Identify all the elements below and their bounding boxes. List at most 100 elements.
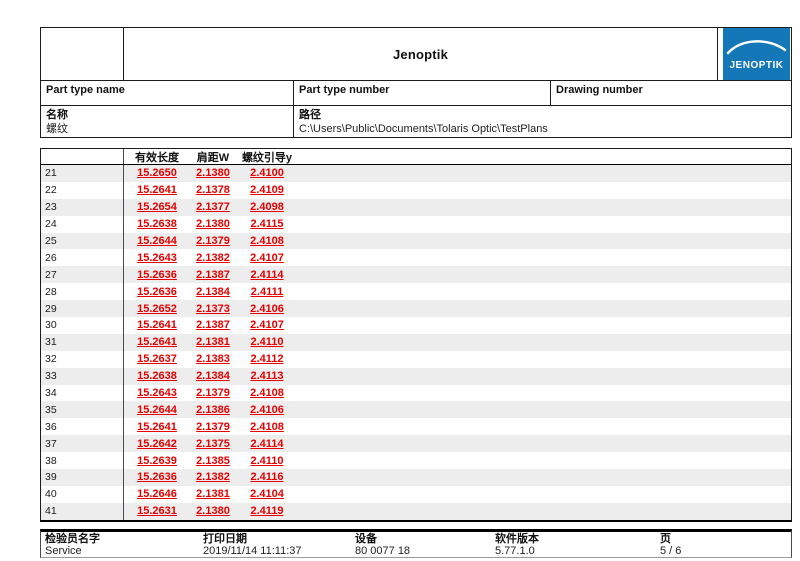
table-row: 41 15.2631 2.1380 2.4119 (41, 502, 791, 520)
measurement-value: 15.2643 (137, 251, 177, 264)
column-header: 螺纹引导y (241, 151, 293, 164)
footer-label: 软件版本 (495, 533, 539, 545)
footer-label: 打印日期 (203, 533, 247, 545)
measurement-value: 2.4106 (250, 403, 284, 416)
measurement-value: 15.2646 (137, 488, 177, 501)
measurement-value: 2.1381 (196, 488, 230, 501)
measurement-value: 2.1382 (196, 251, 230, 264)
table-row: 23 15.2654 2.1377 2.4098 (41, 198, 791, 216)
header-empty-cell (41, 28, 124, 80)
measurement-value: 15.2638 (137, 370, 177, 383)
measurement-value: 2.4110 (250, 336, 284, 349)
measurement-value: 15.2641 (137, 184, 177, 197)
measurement-value: 2.1377 (196, 201, 230, 214)
measurement-value: 2.4113 (250, 370, 284, 383)
measurement-value: 2.1383 (196, 353, 230, 366)
jenoptik-logo: JENOPTIK (723, 28, 790, 80)
measurement-value: 2.4107 (250, 251, 284, 264)
header-title-band: Jenoptik JENOPTIK (41, 28, 791, 81)
name-value: 螺纹 (46, 123, 68, 135)
row-number: 23 (41, 198, 124, 216)
row-number: 34 (41, 384, 124, 402)
footer-field: 打印日期 2019/11/14 11:11:37 (199, 532, 351, 557)
measurement-value: 2.4108 (250, 420, 284, 433)
table-row: 33 15.2638 2.1384 2.4113 (41, 367, 791, 385)
measurement-value: 15.2644 (137, 235, 177, 247)
row-number: 30 (41, 317, 124, 334)
measurement-value: 2.1387 (196, 319, 230, 332)
footer-field: 页5 / 6 (656, 532, 791, 557)
row-number: 33 (41, 367, 124, 385)
footer-label: 页 (660, 533, 671, 545)
measurement-value: 2.1385 (196, 454, 230, 467)
row-number: 41 (41, 502, 124, 520)
row-number: 32 (41, 350, 124, 368)
row-number: 28 (41, 283, 124, 301)
measurement-value: 2.4119 (250, 505, 284, 518)
measurement-value: 2.4108 (250, 387, 284, 400)
table-row: 31 15.2641 2.1381 2.4110 (41, 333, 791, 351)
table-row: 21 15.2650 2.1380 2.4100 (41, 165, 791, 182)
table-row: 38 15.2639 2.1385 2.4110 (41, 452, 791, 470)
row-number: 24 (41, 215, 124, 233)
table-row: 24 15.2638 2.1380 2.4115 (41, 215, 791, 233)
logo-wordmark: JENOPTIK (729, 60, 784, 71)
path-field: 路径 C:\Users\Public\Documents\Tolaris Opt… (294, 106, 791, 137)
footer-value: 2019/11/14 11:11:37 (203, 545, 302, 557)
measurement-value: 2.4110 (250, 454, 284, 467)
table-row: 30 15.2641 2.1387 2.4107 (41, 317, 791, 334)
table-row: 40 15.2646 2.1381 2.4104 (41, 485, 791, 503)
measurement-value: 2.4108 (250, 235, 284, 247)
measurement-value: 15.2638 (137, 218, 177, 231)
table-row: 34 15.2643 2.1379 2.4108 (41, 384, 791, 402)
measurement-value: 15.2637 (137, 353, 177, 366)
column-header: 肩距W (196, 151, 230, 164)
measurement-value: 2.1378 (196, 184, 230, 197)
measurement-value: 2.1384 (196, 370, 230, 383)
table-row: 36 15.2641 2.1379 2.4108 (41, 418, 791, 436)
table-row: 22 15.2641 2.1378 2.4109 (41, 181, 791, 199)
table-row: 28 15.2636 2.1384 2.4111 (41, 283, 791, 301)
measurement-table: 有效长度 肩距W 螺纹引导y 21 15.2650 2.1380 2.4100 22 15.2… (40, 148, 792, 522)
measurement-value: 2.1379 (196, 420, 230, 433)
measurement-value: 2.1379 (196, 387, 230, 400)
measurement-value: 2.1381 (196, 336, 230, 349)
measurement-value: 15.2641 (137, 336, 177, 349)
measurement-value: 2.1387 (196, 268, 230, 281)
table-row: 26 15.2643 2.1382 2.4107 (41, 249, 791, 267)
part-type-band: Part type name Part type number Drawing … (41, 81, 791, 106)
column-header: 有效长度 (135, 151, 179, 164)
report-header: Jenoptik JENOPTIK Part type name Part ty… (40, 27, 792, 138)
measurement-value: 2.1373 (196, 302, 230, 315)
table-body: 21 15.2650 2.1380 2.4100 22 15.2641 2.1378 2.41… (41, 165, 791, 520)
table-row: 27 15.2636 2.1387 2.4114 (41, 266, 791, 284)
path-label: 路径 (299, 109, 321, 121)
footer-value: 5 / 6 (660, 545, 682, 557)
footer-value: 5.77.1.0 (495, 545, 535, 557)
table-row: 32 15.2637 2.1383 2.4112 (41, 350, 791, 368)
measurement-value: 2.1379 (196, 235, 230, 247)
row-number: 38 (41, 452, 124, 470)
logo-arc-icon (726, 40, 787, 55)
path-value: C:\Users\Public\Documents\Tolaris Optic\… (299, 123, 548, 135)
measurement-value: 15.2636 (137, 268, 177, 281)
row-number: 21 (41, 165, 124, 182)
measurement-value: 15.2654 (137, 201, 177, 214)
table-row: 29 15.2652 2.1373 2.4106 (41, 300, 791, 318)
measurement-value: 15.2641 (137, 420, 177, 433)
row-number: 22 (41, 181, 124, 199)
report-footer: 检验员名字 Service 打印日期 2019/11/14 11:11:37 设备 80 … (40, 529, 792, 558)
row-number: 25 (41, 232, 124, 250)
measurement-value: 2.1375 (196, 437, 230, 450)
measurement-value: 2.1386 (196, 403, 230, 416)
measurement-value: 15.2643 (137, 387, 177, 400)
measurement-value: 2.1380 (196, 505, 230, 518)
footer-label: 设备 (355, 533, 377, 545)
report-page: Jenoptik JENOPTIK Part type name Part ty… (0, 0, 800, 561)
table-header-row: 有效长度 肩距W 螺纹引导y (41, 149, 791, 165)
table-row: 37 15.2642 2.1375 2.4114 (41, 435, 791, 453)
part-type-number-label: Part type number (294, 81, 551, 105)
measurement-value: 2.4104 (250, 488, 284, 501)
footer-field: 软件版本 5.77.1.0 (491, 532, 656, 557)
row-number: 29 (41, 300, 124, 318)
